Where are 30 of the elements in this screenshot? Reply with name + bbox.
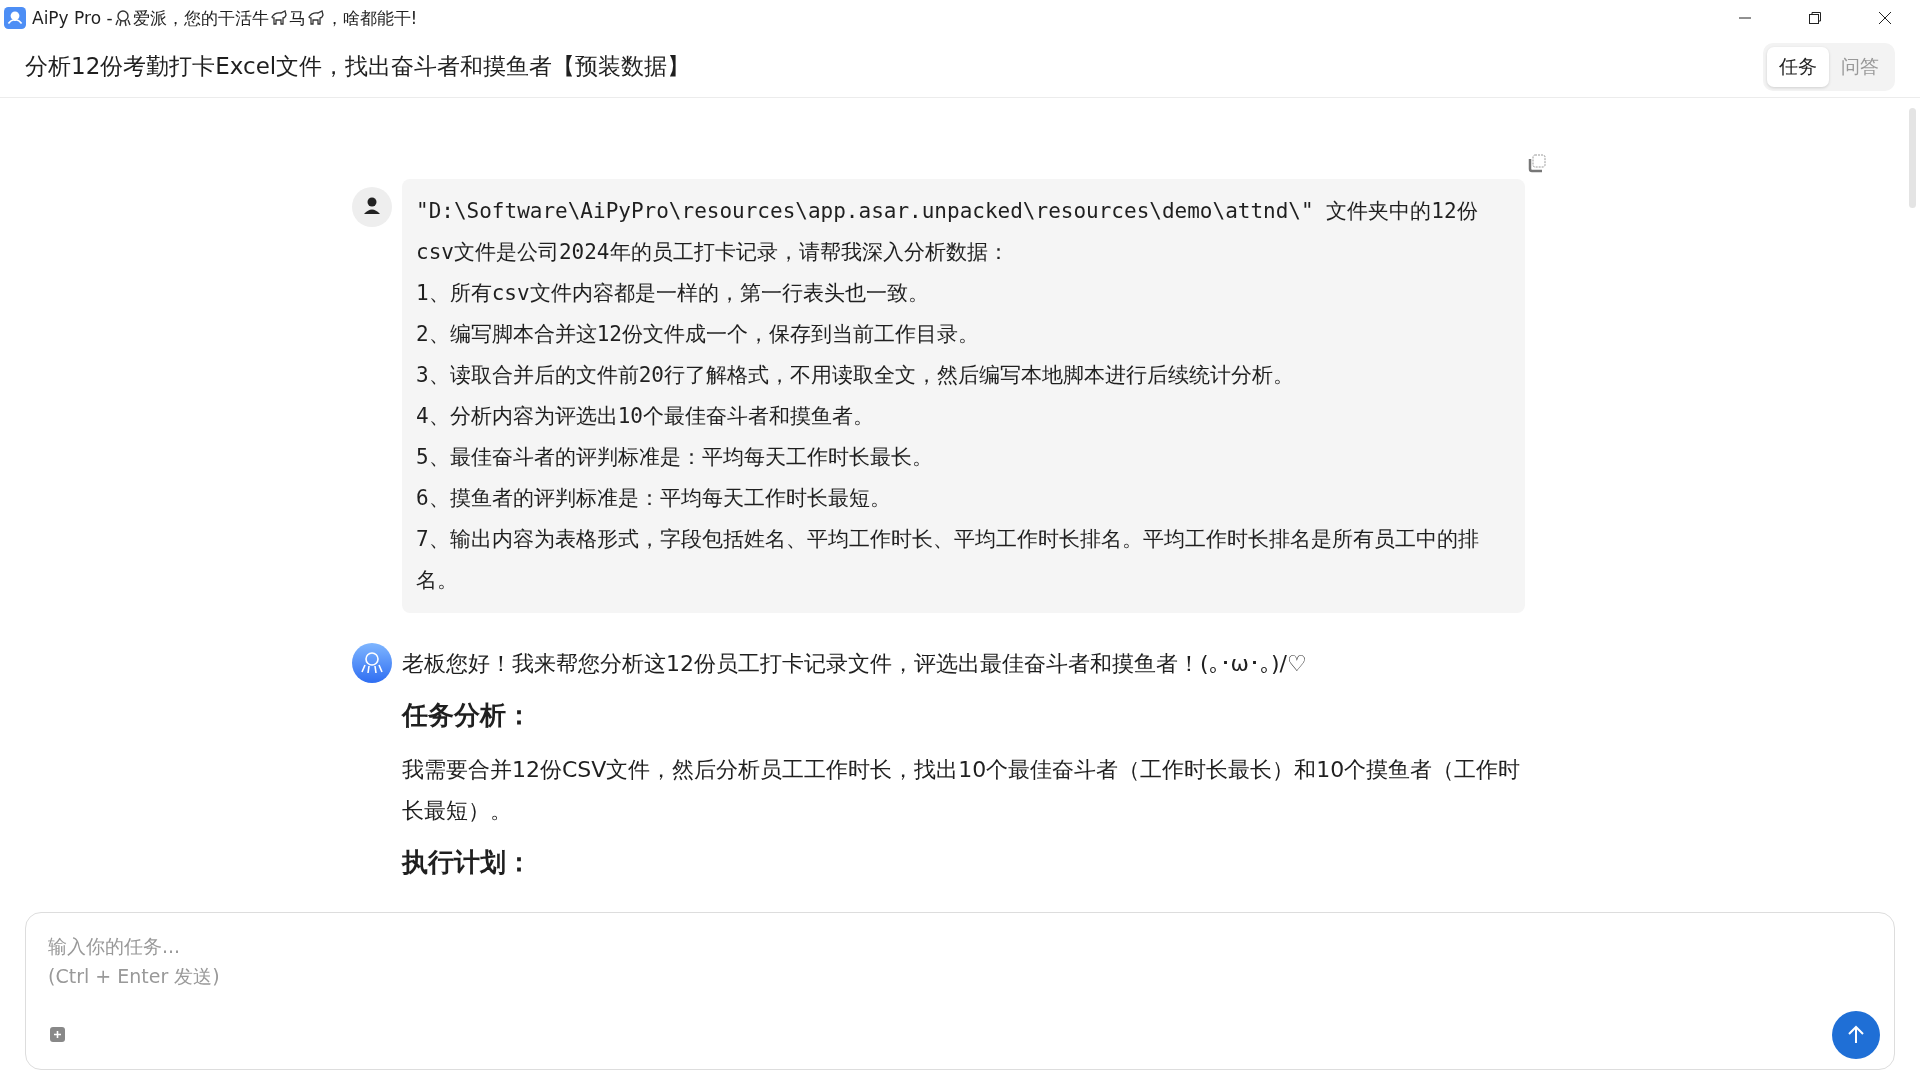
message-text: 老板您好！我来帮您分析这12份员工打卡记录文件，评选出最佳奋斗者和摸鱼者！(｡･ω･｡)/♡ [402, 650, 1308, 678]
message-text: 3、读取合并后的文件前20行了解格式，不用读取全文，然后编写本地脚本进行后续统计分析。 [416, 362, 1295, 389]
message-text: 2、编写脚本合并这12份文件成一个，保存到当前工作目录。 [416, 321, 980, 348]
message-text: 我需要合并12份CSV文件，然后分析员工工作时长，找出10个最佳奋斗者（工作时长最长）和10个摸鱼者（工作时长最短）。 [402, 756, 1522, 825]
window-title: ，啥都能干! [325, 6, 418, 30]
restore-icon [1807, 10, 1823, 26]
task-input-field[interactable]: 输入你的任务... (Ctrl + Enter 发送) [25, 912, 1895, 1070]
section-heading: 执行计划： [402, 846, 533, 879]
message-text: 4、分析内容为评选出10个最佳奋斗者和摸鱼者。 [416, 403, 875, 430]
section-heading: 任务分析： [402, 699, 533, 732]
message-text: 6、摸鱼者的评判标准是：平均每天工作时长最短。 [416, 485, 892, 512]
scrollbar[interactable] [1909, 108, 1916, 208]
window-title: 爱派，您的干活牛 [132, 6, 269, 30]
send-button[interactable] [1832, 1011, 1880, 1059]
minimize-icon [1737, 17, 1753, 19]
message-text: 5、最佳奋斗者的评判标准是：平均每天工作时长最长。 [416, 444, 934, 471]
message-text: "D:\Software\AiPyPro\resources\app.asar.unpacked\resources\demo\attnd\" 文件夹中的12份csv文件是公司2024年的员工打卡记录，请帮我深入分析数据： [416, 198, 1479, 266]
octopus-icon [113, 9, 132, 27]
message-text: 7、输出内容为表格形式，字段包括姓名、平均工作时长、平均工作时长排名。平均工作时长排名是所有员工中的排名。 [416, 526, 1480, 594]
user-avatar-icon [352, 187, 392, 227]
assistant-avatar-icon [352, 643, 392, 683]
task-title: 分析12份考勤打卡Excel文件，找出奋斗者和摸鱼者【预装数据】 [25, 52, 691, 81]
window-title: AiPy Pro - [32, 8, 113, 28]
mode-tab[interactable]: 任务 [1767, 46, 1829, 87]
message-text: 1、所有csv文件内容都是一样的，第一行表头也一致。 [416, 280, 930, 307]
close-icon [1877, 10, 1893, 26]
copy-icon[interactable] [1527, 153, 1547, 173]
window-title: 马 [288, 6, 306, 30]
add-attachment-icon[interactable] [48, 1025, 68, 1045]
app-logo-icon [4, 7, 26, 29]
